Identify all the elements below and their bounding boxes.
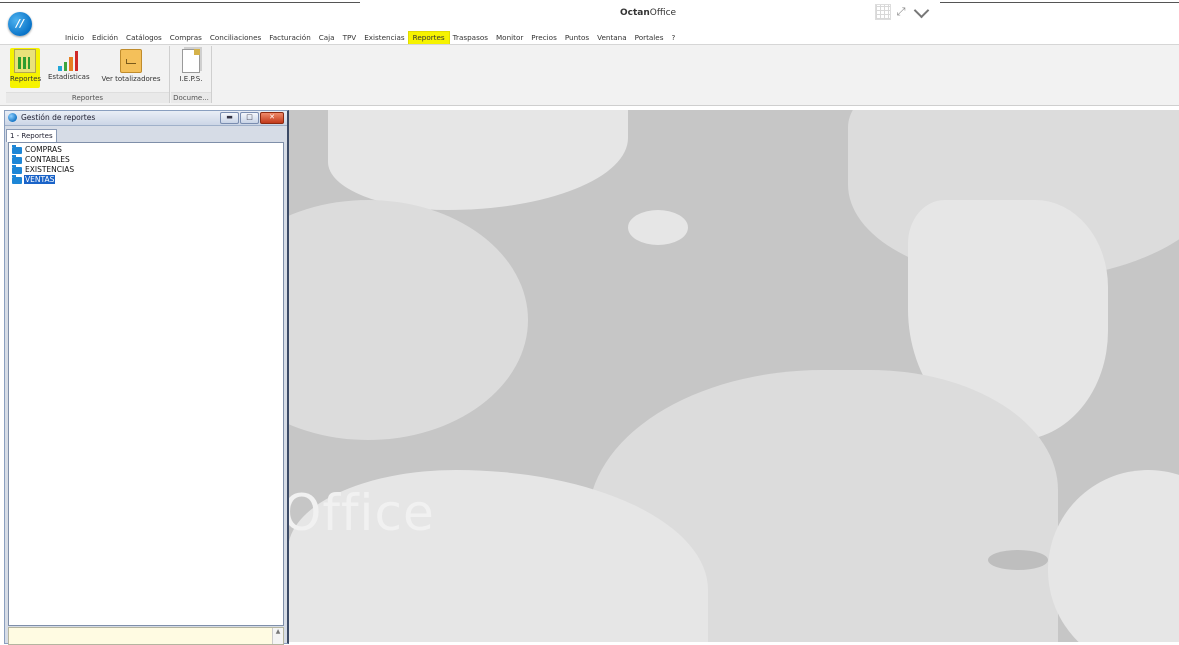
folder-icon (12, 164, 22, 174)
window-title: OctanOffice (620, 8, 677, 18)
estadisticas-button[interactable]: Estadísticas (48, 48, 90, 88)
tree-node-contables[interactable]: CONTABLES (12, 154, 71, 165)
menu-help[interactable]: ? (667, 32, 679, 44)
ribbon-group-documentos: I.E.P.S. Docume... (171, 46, 212, 103)
menu-bar: Inicio Edición Catálogos Compras Concili… (0, 31, 1179, 45)
ribbon-group-label: Docume... (171, 92, 211, 103)
ribbon-group-label: Reportes (6, 92, 169, 103)
ieps-button[interactable]: I.E.P.S. (175, 48, 207, 88)
menu-monitor[interactable]: Monitor (492, 32, 527, 44)
tab-reportes[interactable]: 1 - Reportes (6, 129, 57, 142)
report-manager-window: Gestión de reportes ▬ □ ✕ 1 - Reportes C… (4, 110, 289, 645)
background-shape (288, 200, 528, 440)
menu-existencias[interactable]: Existencias (360, 32, 408, 44)
menu-edicion[interactable]: Edición (88, 32, 122, 44)
menu-portales[interactable]: Portales (631, 32, 668, 44)
menu-puntos[interactable]: Puntos (561, 32, 593, 44)
background-shape (328, 110, 628, 210)
office-watermark: Office (288, 484, 435, 542)
folder-icon (12, 154, 22, 164)
ver-totalizadores-button[interactable]: Ver totalizadores (97, 48, 165, 88)
workspace-background: Office (288, 110, 1179, 642)
menu-inicio[interactable]: Inicio (61, 32, 88, 44)
menu-items: Inicio Edición Catálogos Compras Concili… (61, 31, 679, 45)
window-controls: ⤢ (875, 4, 933, 20)
menu-reportes[interactable]: Reportes (407, 31, 450, 45)
child-window-controls: ▬ □ ✕ (220, 112, 284, 124)
minimize-button[interactable]: ▬ (220, 112, 239, 124)
child-window-title: Gestión de reportes (21, 113, 96, 122)
child-title-bar[interactable]: Gestión de reportes ▬ □ ✕ (5, 111, 287, 126)
menu-traspasos[interactable]: Traspasos (449, 32, 492, 44)
tree-node-compras[interactable]: COMPRAS (12, 144, 63, 155)
background-shape (988, 550, 1048, 570)
folder-icon (12, 174, 22, 184)
menu-conciliaciones[interactable]: Conciliaciones (206, 32, 265, 44)
reportes-button[interactable]: Reportes (10, 48, 41, 88)
totalizer-icon (120, 49, 142, 73)
title-bar: OctanOffice ⤢ (0, 0, 1179, 22)
report-tree: COMPRAS CONTABLES EXISTENCIAS VENTAS (8, 142, 284, 626)
menu-precios[interactable]: Precios (527, 32, 561, 44)
grid-icon[interactable] (875, 4, 891, 20)
menu-facturacion[interactable]: Facturación (265, 32, 314, 44)
maximize-button[interactable]: □ (240, 112, 259, 124)
ribbon-group-reportes: Reportes Estadísticas Ver totalizadores … (6, 46, 170, 103)
globe-icon (8, 113, 17, 122)
ribbon: Reportes Estadísticas Ver totalizadores … (0, 44, 1179, 106)
app-menu-orb[interactable]: // (8, 12, 32, 36)
report-chart-icon (14, 49, 36, 73)
menu-tpv[interactable]: TPV (339, 32, 361, 44)
menu-compras[interactable]: Compras (166, 32, 206, 44)
close-button[interactable]: ✕ (260, 112, 284, 124)
folder-icon (12, 144, 22, 154)
title-rule-left (0, 2, 360, 3)
menu-catalogos[interactable]: Catálogos (122, 32, 166, 44)
tab-strip: 1 - Reportes (5, 127, 287, 142)
description-panel[interactable]: ▲ (8, 627, 284, 645)
chevron-down-icon[interactable] (911, 5, 933, 19)
document-icon (182, 49, 200, 73)
title-rule-right (940, 2, 1179, 3)
background-shape (1048, 470, 1179, 642)
tree-node-existencias[interactable]: EXISTENCIAS (12, 164, 75, 175)
menu-ventana[interactable]: Ventana (593, 32, 631, 44)
menu-caja[interactable]: Caja (315, 32, 339, 44)
background-shape (628, 210, 688, 245)
tree-node-ventas[interactable]: VENTAS (12, 174, 57, 185)
expand-icon[interactable]: ⤢ (895, 6, 907, 18)
bar-chart-icon (58, 49, 78, 71)
